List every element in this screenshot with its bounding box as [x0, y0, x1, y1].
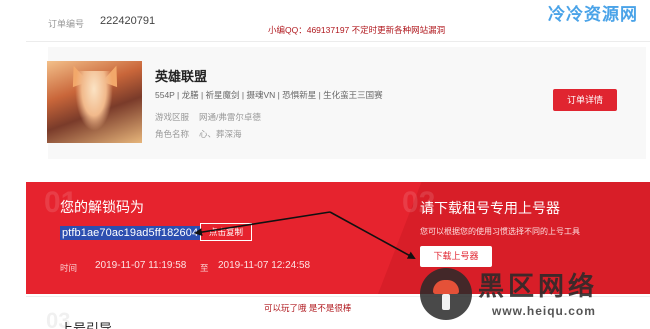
mushroom-cap-icon	[433, 280, 459, 294]
copy-code-button[interactable]: 点击复制	[200, 223, 252, 241]
time-separator: 至	[200, 263, 209, 273]
watermark-bottom-url: www.heiqu.com	[492, 304, 596, 318]
watermark-bottom-text: 黑区网络	[478, 272, 599, 302]
game-region-label: 游戏区服	[155, 112, 190, 122]
game-region-value: 网通/弗雷尔卓德	[199, 112, 261, 122]
annotation-note-top: 小编QQ：469137197 不定时更新各种网站漏洞	[268, 25, 446, 35]
order-number-label: 订单编号	[48, 19, 85, 29]
watermark-bottom: 黑区网络 www.heiqu.com	[420, 262, 650, 329]
watermark-logo-icon	[420, 268, 472, 320]
game-title: 英雄联盟	[155, 69, 208, 84]
download-hint: 您可以根据您的使用习惯选择不同的上号工具	[420, 227, 580, 236]
thumbnail-art-figure	[75, 71, 113, 131]
game-role-row: 角色名称 心、葬深海	[155, 128, 242, 140]
game-tags: 554P | 龙膳 | 祈星魔剑 | 摄魂VN | 恐惧新星 | 生化蛮王三国赛	[155, 90, 383, 100]
game-region-row: 游戏区服 网通/弗雷尔卓德	[155, 111, 261, 123]
unlock-code-title: 您的解锁码为	[60, 199, 144, 215]
time-end: 2019-11-07 12:24:58	[218, 260, 311, 271]
mushroom-stem-icon	[442, 294, 450, 310]
annotation-note-bottom: 可以玩了哦 是不是很棒	[264, 303, 352, 313]
game-role-value: 心、葬深海	[199, 129, 242, 139]
unlock-code-value[interactable]: ptfb1ae70ac19ad5ff182604	[60, 226, 201, 240]
order-detail-button[interactable]: 订单详情	[553, 89, 617, 111]
login-guide-title: 上号引导	[60, 321, 113, 329]
watermark-top: 冷冷资源网	[548, 5, 638, 25]
time-start: 2019-11-07 11:19:58	[95, 260, 187, 271]
game-role-label: 角色名称	[155, 129, 190, 139]
time-label: 时间	[60, 263, 78, 273]
order-number: 222420791	[100, 15, 156, 27]
download-title: 请下载租号专用上号器	[420, 200, 560, 216]
game-thumbnail	[47, 61, 142, 143]
